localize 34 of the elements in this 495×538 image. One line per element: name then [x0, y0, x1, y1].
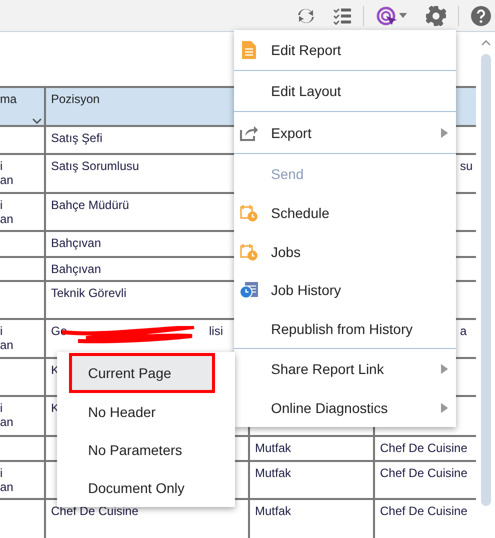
target-cursor-icon[interactable]: [376, 6, 408, 26]
table-cell: i an: [0, 155, 46, 194]
menu-item[interactable]: Current Page: [69, 353, 215, 393]
submenu-arrow-icon: [441, 403, 448, 413]
calendar-clock-icon: [239, 204, 259, 222]
table-cell: Mutfak: [250, 462, 375, 500]
table-cell: Chef De Cuisine: [375, 500, 476, 538]
checklist-icon[interactable]: [333, 6, 351, 24]
help-icon[interactable]: [471, 6, 491, 26]
export-icon: [239, 124, 259, 140]
calendar-clock-icon: [239, 242, 259, 260]
menu-item[interactable]: Edit Layout: [234, 71, 456, 112]
table-cell: i an: [0, 194, 46, 232]
sort-caret-icon[interactable]: [32, 118, 42, 124]
menu-item[interactable]: Republish from History: [234, 309, 456, 349]
scroll-up-icon[interactable]: [480, 40, 490, 46]
table-cell: i an: [0, 462, 46, 500]
table-cell: Chef De Cuisine: [375, 437, 476, 462]
table-cell: Mutfak: [250, 500, 375, 538]
table-cell: i an: [0, 320, 46, 359]
table-cell: Chef De Cuisine: [375, 462, 476, 500]
column-header[interactable]: ma: [0, 88, 46, 127]
settings-icon[interactable]: [426, 6, 446, 26]
refresh-icon[interactable]: [297, 6, 315, 24]
clock-document-icon: [239, 281, 259, 299]
document-icon: [239, 41, 259, 59]
table-cell: Mutfak: [250, 437, 375, 462]
submenu-arrow-icon: [441, 128, 448, 138]
table-cell: i an: [0, 397, 46, 437]
scrollbar-thumb[interactable]: [480, 54, 490, 506]
table-cell: lisi: [209, 324, 223, 338]
menu-item[interactable]: Export: [234, 112, 456, 154]
submenu-arrow-icon: [441, 364, 448, 374]
menu-item[interactable]: Edit Report: [234, 30, 456, 71]
